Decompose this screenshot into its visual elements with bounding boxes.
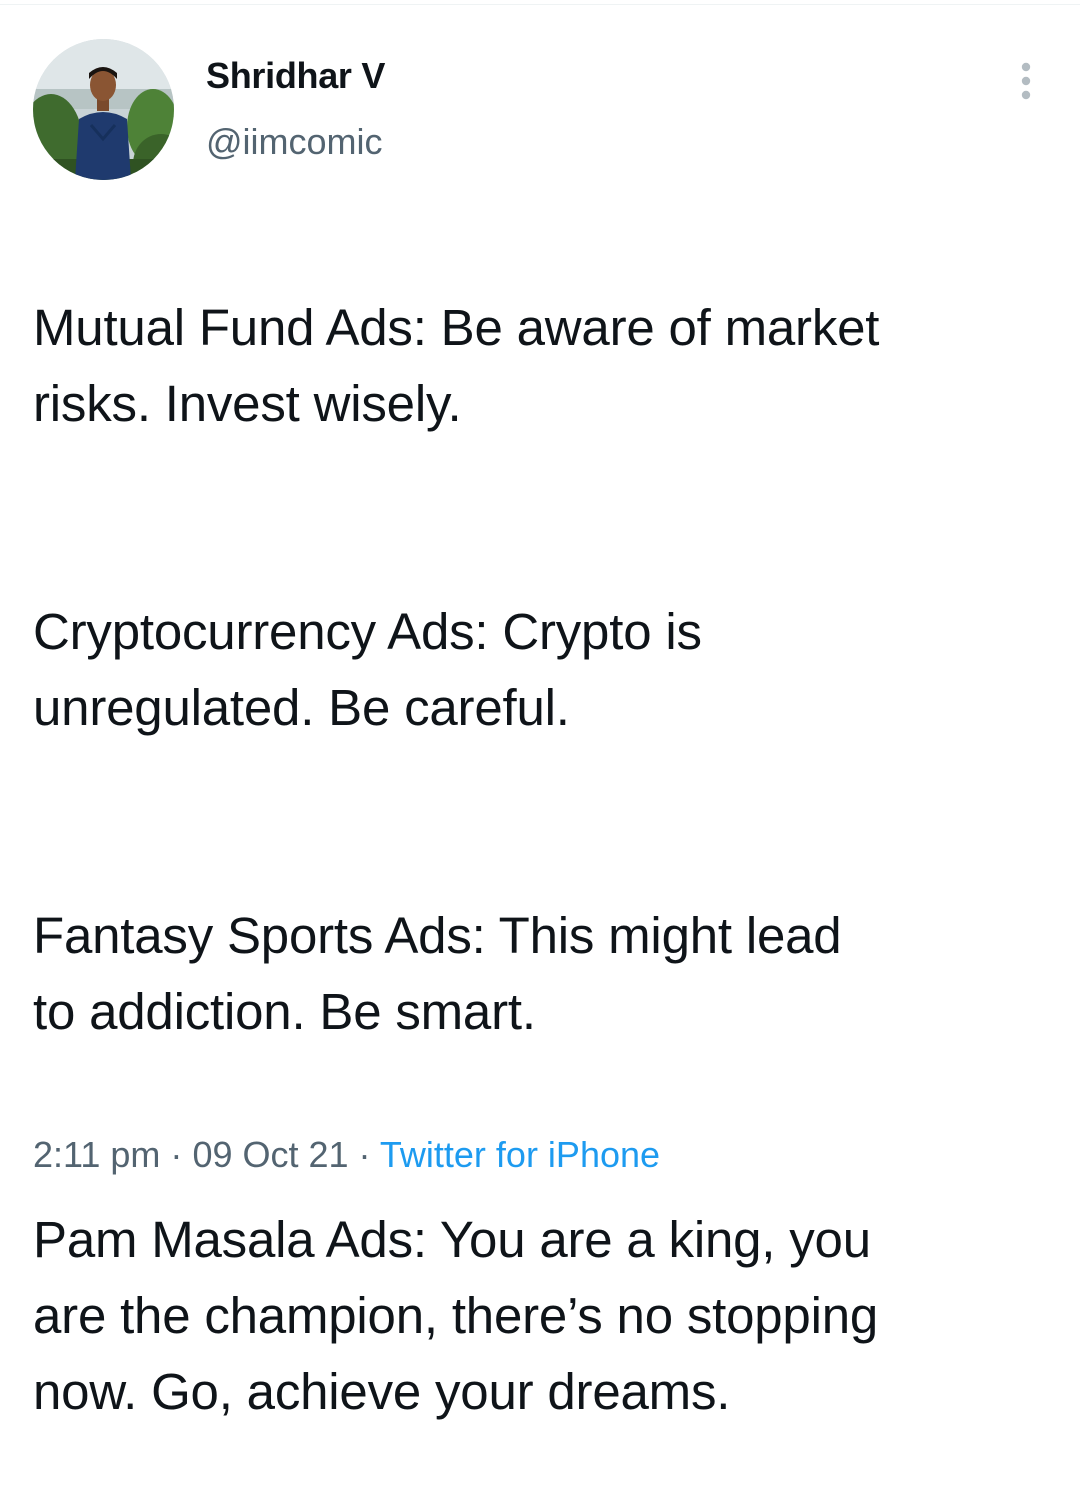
avatar-photo xyxy=(33,39,174,180)
tweet-paragraph-mutual-fund: Mutual Fund Ads: Be aware of market risk… xyxy=(33,299,880,432)
author-handle[interactable]: @iimcomic xyxy=(206,118,383,166)
top-divider xyxy=(0,4,1080,5)
tweet-paragraph-fantasy-sports: Fantasy Sports Ads: This might lead to a… xyxy=(33,907,842,1040)
avatar[interactable] xyxy=(33,39,174,180)
tweet-source-link[interactable]: Twitter for iPhone xyxy=(380,1134,660,1175)
more-vertical-icon[interactable] xyxy=(1006,58,1046,104)
author-display-name[interactable]: Shridhar V xyxy=(206,52,385,100)
tweet-time[interactable]: 2:11 pm xyxy=(33,1134,160,1175)
meta-separator: · xyxy=(358,1134,371,1175)
tweet-text: Mutual Fund Ads: Be aware of market risk… xyxy=(33,214,1063,1506)
tweet-paragraph-pam-masala: Pam Masala Ads: You are a king, you are … xyxy=(33,1211,879,1420)
tweet-date[interactable]: 09 Oct 21 xyxy=(192,1134,348,1175)
tweet-metadata: 2:11 pm · 09 Oct 21 · Twitter for iPhone xyxy=(33,1131,660,1179)
meta-separator: · xyxy=(170,1134,183,1175)
tweet-paragraph-cryptocurrency: Cryptocurrency Ads: Crypto is unregulate… xyxy=(33,603,702,736)
